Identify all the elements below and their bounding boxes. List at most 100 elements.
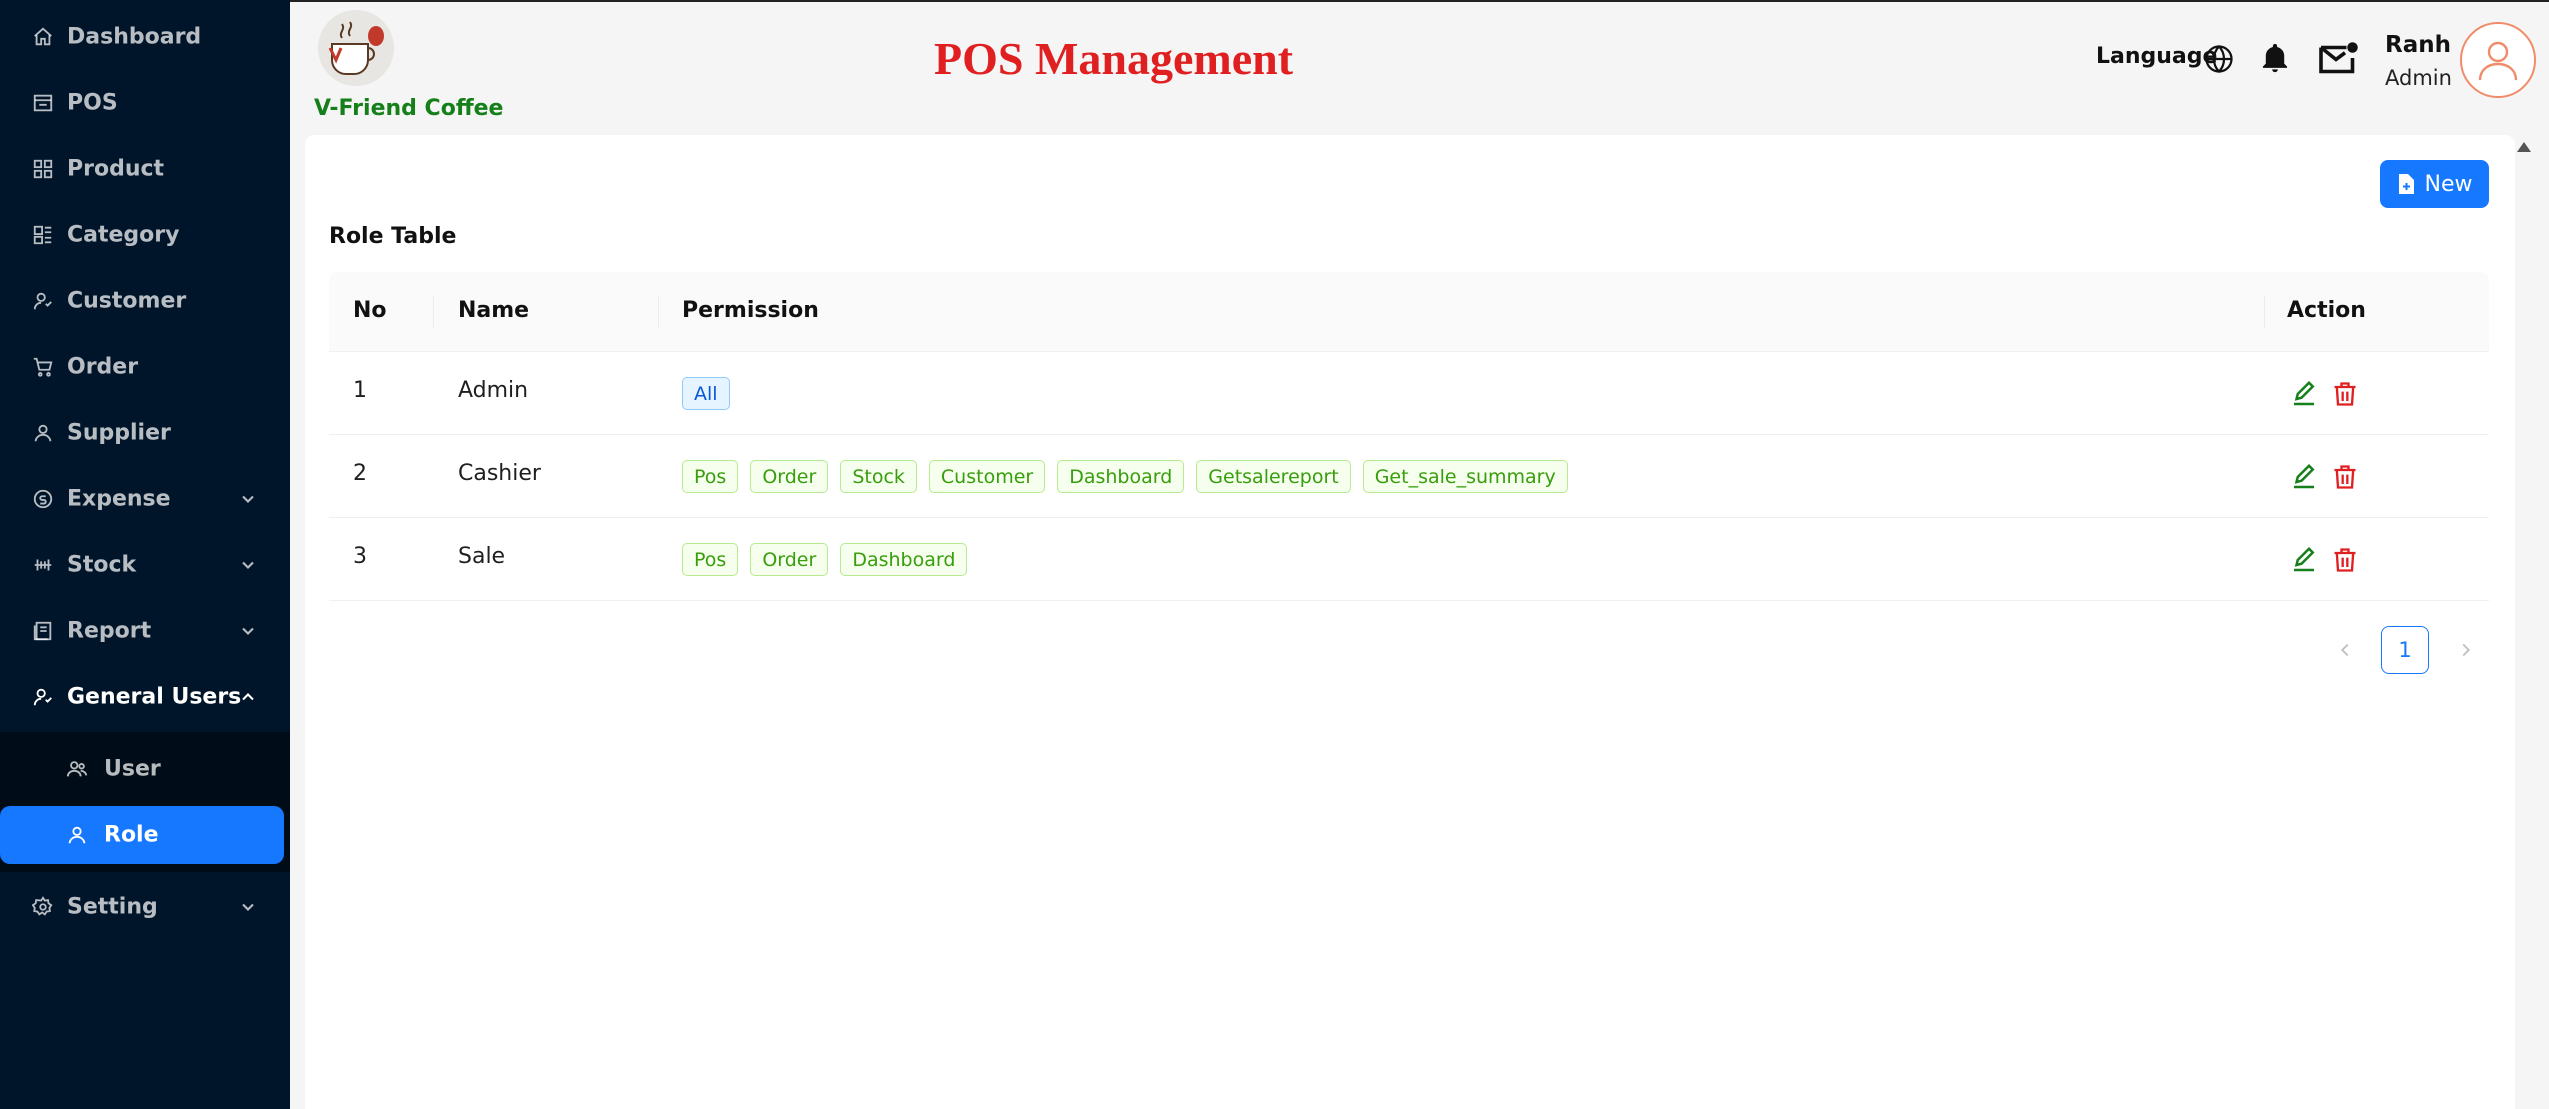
sidebar-item-label: Customer — [67, 288, 187, 314]
user-icon — [30, 420, 56, 446]
column-divider — [658, 296, 659, 328]
sidebar-item-label: Dashboard — [67, 24, 202, 50]
permission-tag: Getsalereport — [1196, 460, 1351, 493]
sidebar-item-label: Report — [67, 618, 152, 644]
language-selector[interactable]: Language — [2096, 44, 2217, 69]
sidebar: Dashboard POS Product Category Customer … — [0, 0, 290, 1109]
column-header-no: No — [353, 298, 387, 323]
globe-icon[interactable] — [2204, 44, 2234, 74]
sidebar-item-label: Order — [67, 354, 139, 380]
table-title: Role Table — [329, 224, 457, 249]
pagination-page[interactable]: 1 — [2381, 626, 2429, 674]
category-icon — [30, 222, 56, 248]
delete-icon[interactable] — [2331, 378, 2359, 410]
grid-icon — [30, 156, 56, 182]
table-header: No Name Permission Action — [329, 272, 2489, 352]
sidebar-item-label: Category — [67, 222, 180, 248]
sidebar-item-label: POS — [67, 90, 118, 116]
table-row: 1 Admin All — [329, 352, 2489, 435]
sidebar-subitem-user[interactable]: User — [0, 740, 290, 798]
permission-tag: Order — [750, 543, 829, 576]
gear-icon — [30, 894, 56, 920]
permission-tag: Stock — [840, 460, 917, 493]
mail-icon[interactable] — [2318, 38, 2360, 78]
sidebar-item-setting[interactable]: Setting — [0, 878, 290, 936]
team-icon — [64, 756, 90, 782]
row-name: Sale — [458, 544, 506, 569]
sidebar-item-label: Stock — [67, 552, 137, 578]
row-name: Admin — [458, 378, 529, 403]
sidebar-item-label: Setting — [67, 894, 158, 920]
permission-tag: Pos — [682, 543, 739, 576]
sidebar-item-label: Role — [104, 822, 159, 848]
cart-icon — [30, 354, 56, 380]
permission-tags: Pos Order Stock Customer Dashboard Getsa… — [682, 460, 1568, 493]
user-icon — [64, 822, 90, 848]
permission-tag: Dashboard — [840, 543, 968, 576]
bell-icon[interactable] — [2258, 40, 2292, 76]
row-name: Cashier — [458, 461, 541, 486]
sidebar-item-product[interactable]: Product — [0, 140, 290, 198]
chevron-up-icon — [242, 693, 254, 701]
table-row: 3 Sale Pos Order Dashboard — [329, 518, 2489, 601]
sidebar-item-supplier[interactable]: Supplier — [0, 404, 290, 462]
row-no: 1 — [353, 378, 367, 403]
sidebar-subitem-role[interactable]: Role — [0, 806, 284, 864]
user-role: Admin — [2385, 66, 2452, 90]
pagination-next-icon[interactable] — [2455, 636, 2477, 664]
permission-tag: All — [682, 377, 730, 410]
sidebar-item-stock[interactable]: Stock — [0, 536, 290, 594]
column-divider — [2264, 296, 2265, 328]
permission-tag: Order — [750, 460, 829, 493]
column-header-action: Action — [2287, 298, 2366, 323]
sidebar-item-dashboard[interactable]: Dashboard — [0, 8, 290, 66]
expense-icon — [30, 486, 56, 512]
chevron-down-icon — [242, 561, 254, 569]
sidebar-item-label: Product — [67, 156, 165, 182]
sidebar-item-customer[interactable]: Customer — [0, 272, 290, 330]
sidebar-item-expense[interactable]: Expense — [0, 470, 290, 528]
user-avatar-icon — [2478, 41, 2518, 81]
permission-tags: All — [682, 377, 730, 410]
home-icon — [30, 24, 56, 50]
permission-tag: Dashboard — [1057, 460, 1185, 493]
delete-icon[interactable] — [2331, 544, 2359, 576]
file-add-icon — [2398, 174, 2414, 194]
sidebar-item-pos[interactable]: POS — [0, 74, 290, 132]
user-name: Ranh — [2385, 32, 2451, 58]
permission-tag: Customer — [928, 460, 1046, 493]
brand-logo — [310, 8, 402, 88]
sidebar-item-order[interactable]: Order — [0, 338, 290, 396]
pagination-prev-icon[interactable] — [2334, 636, 2356, 664]
sidebar-item-label: User — [104, 756, 161, 782]
edit-icon[interactable] — [2289, 544, 2319, 576]
page-title: POS Management — [934, 33, 1294, 84]
permission-tags: Pos Order Dashboard — [682, 543, 968, 576]
brand-name: V-Friend Coffee — [314, 96, 504, 121]
stock-icon — [30, 552, 56, 578]
chevron-down-icon — [242, 495, 254, 503]
store-icon — [30, 90, 56, 116]
column-header-name: Name — [458, 298, 530, 323]
sidebar-item-report[interactable]: Report — [0, 602, 290, 660]
new-button-label: New — [2424, 171, 2473, 197]
permission-tag: Pos — [682, 460, 739, 493]
scroll-up-arrow-icon[interactable] — [2516, 140, 2532, 154]
column-header-permission: Permission — [682, 298, 819, 323]
customer-icon — [30, 288, 56, 314]
sidebar-item-general-users[interactable]: General Users — [0, 668, 290, 726]
new-button[interactable]: New — [2380, 160, 2489, 208]
sidebar-item-category[interactable]: Category — [0, 206, 290, 264]
row-no: 2 — [353, 461, 367, 486]
sidebar-item-label: General Users — [67, 684, 242, 710]
edit-icon[interactable] — [2289, 378, 2319, 410]
chevron-down-icon — [242, 627, 254, 635]
avatar[interactable] — [2460, 22, 2536, 98]
edit-icon[interactable] — [2289, 461, 2319, 493]
delete-icon[interactable] — [2331, 461, 2359, 493]
sidebar-item-label: Expense — [67, 486, 171, 512]
report-icon — [30, 618, 56, 644]
column-divider — [433, 296, 434, 328]
users-icon — [30, 684, 56, 710]
sidebar-item-label: Supplier — [67, 420, 171, 446]
